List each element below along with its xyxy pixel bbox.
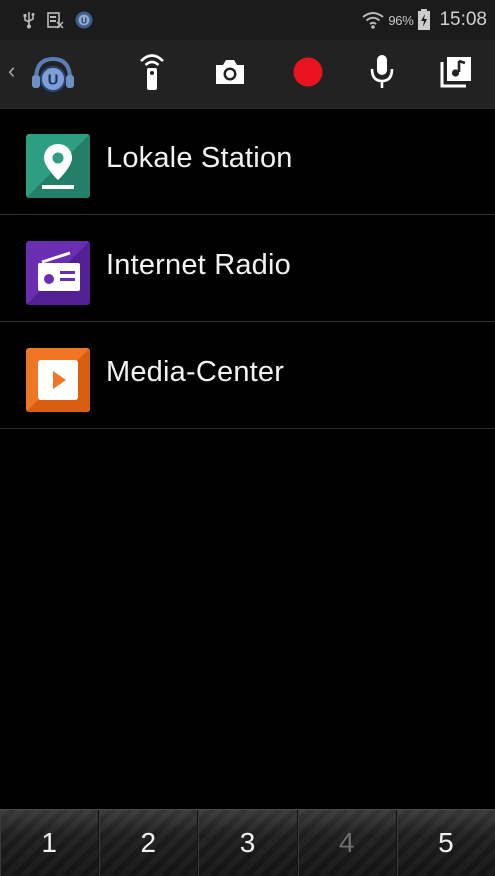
radio-icon <box>26 241 90 305</box>
status-bar: U 96% 15:08 <box>0 0 495 40</box>
record-icon <box>292 56 324 93</box>
music-library-button[interactable] <box>432 40 480 108</box>
screenshot-notification-icon <box>46 11 64 29</box>
preset-bar: 1 2 3 4 5 <box>0 809 495 876</box>
remote-control-icon <box>138 52 166 97</box>
usb-icon <box>22 11 36 29</box>
source-list: Lokale Station Internet Radio Media-Cent… <box>0 108 495 429</box>
wifi-icon <box>362 11 384 29</box>
back-button[interactable]: ‹ U <box>0 40 96 108</box>
list-item-lokale-station[interactable]: Lokale Station <box>0 108 495 215</box>
preset-button-4[interactable]: 4 <box>297 810 397 876</box>
app-logo-icon: U <box>30 55 76 100</box>
camera-button[interactable] <box>208 40 252 108</box>
camera-icon <box>213 57 247 92</box>
list-item-label: Lokale Station <box>106 142 293 174</box>
list-item-media-center[interactable]: Media-Center <box>0 322 495 429</box>
toolbar: ‹ U <box>0 40 495 109</box>
preset-button-1[interactable]: 1 <box>0 810 100 876</box>
location-pin-icon <box>26 134 90 198</box>
remote-control-button[interactable] <box>130 40 174 108</box>
list-item-label: Internet Radio <box>106 249 291 281</box>
app-notification-icon: U <box>74 10 94 30</box>
microphone-button[interactable] <box>360 40 404 108</box>
preset-button-2[interactable]: 2 <box>99 810 199 876</box>
clock: 15:08 <box>439 9 487 30</box>
list-item-label: Media-Center <box>106 356 285 388</box>
microphone-icon <box>369 54 395 95</box>
app-logo-letter: U <box>48 72 59 89</box>
back-chevron-icon: ‹ <box>8 58 16 83</box>
preset-button-3[interactable]: 3 <box>198 810 298 876</box>
list-item-internet-radio[interactable]: Internet Radio <box>0 215 495 322</box>
play-icon <box>26 348 90 412</box>
record-button[interactable] <box>286 40 330 108</box>
preset-button-5[interactable]: 5 <box>396 810 495 876</box>
battery-charging-icon <box>417 9 431 31</box>
music-library-icon <box>440 56 472 93</box>
svg-text:U: U <box>81 17 87 26</box>
status-bar-right: 96% 15:08 <box>362 9 487 31</box>
status-bar-left: U <box>22 9 94 31</box>
battery-percent: 96% <box>388 12 414 28</box>
